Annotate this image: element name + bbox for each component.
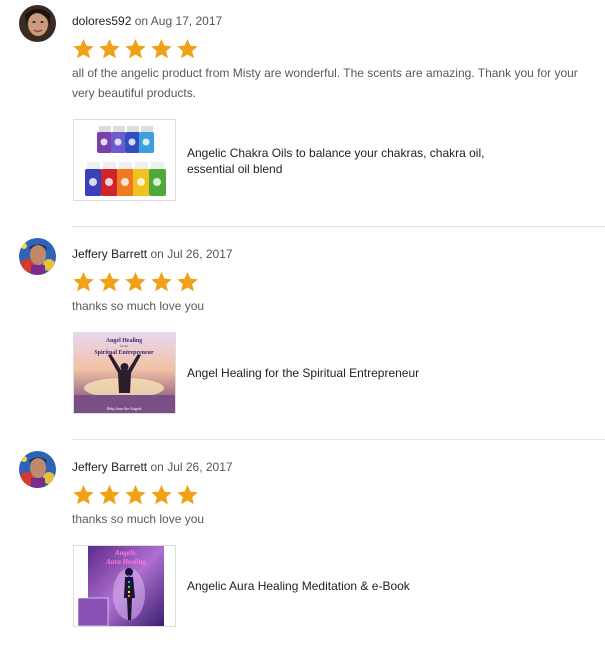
product-title[interactable]: Angelic Aura Healing Meditation & e-Book	[187, 578, 507, 594]
star-icon	[73, 484, 94, 505]
star-icon	[151, 38, 172, 59]
star-icon	[99, 38, 120, 59]
reviewer-name[interactable]: Jeffery Barrett	[72, 247, 147, 261]
meta-on: on	[134, 14, 149, 28]
review-item: dolores592 on Aug 17, 2017 all of the an…	[0, 0, 605, 225]
star-icon	[125, 484, 146, 505]
review-meta: Jeffery Barrett on Jul 26, 2017	[72, 460, 233, 474]
reviewed-product[interactable]: Angelic Chakra Oils to balance your chak…	[72, 119, 592, 201]
reviewer-name[interactable]: dolores592	[72, 14, 131, 28]
product-thumbnail[interactable]: Angelic Aura Healing	[73, 545, 176, 627]
review-meta: dolores592 on Aug 17, 2017	[72, 14, 222, 28]
meta-on: on	[150, 247, 164, 261]
star-icon	[125, 38, 146, 59]
review-date: Jul 26, 2017	[167, 460, 233, 474]
reviewer-avatar[interactable]	[19, 5, 56, 42]
reviewer-avatar[interactable]	[19, 238, 56, 275]
reviewer-name[interactable]: Jeffery Barrett	[72, 460, 147, 474]
star-icon	[177, 271, 198, 292]
thumb-title-text: Aura Healing	[105, 558, 146, 566]
product-title[interactable]: Angelic Chakra Oils to balance your chak…	[187, 145, 507, 177]
product-title[interactable]: Angel Healing for the Spiritual Entrepre…	[187, 365, 507, 381]
review-text: thanks so much love you	[72, 512, 205, 526]
review-meta: Jeffery Barrett on Jul 26, 2017	[72, 247, 233, 261]
thumb-footer-text: Help from the Angels	[107, 406, 142, 411]
product-thumbnail[interactable]: Angel Healing for the Spiritual Entrepre…	[73, 332, 176, 414]
star-icon	[125, 271, 146, 292]
star-icon	[177, 38, 198, 59]
star-icon	[99, 484, 120, 505]
star-icon	[73, 271, 94, 292]
reviewed-product[interactable]: Angelic Aura Healing Angelic Aura Healin…	[72, 545, 592, 627]
star-icon	[99, 271, 120, 292]
review-text: all of the angelic product from Misty ar…	[72, 66, 578, 100]
product-thumbnail[interactable]	[73, 119, 176, 201]
meta-on: on	[150, 460, 164, 474]
thumb-title-text: for the	[120, 344, 129, 348]
star-icon	[151, 271, 172, 292]
star-rating	[72, 38, 199, 60]
star-rating	[72, 484, 199, 506]
review-item: Jeffery Barrett on Jul 26, 2017 thanks s…	[0, 233, 605, 438]
review-text: thanks so much love you	[72, 299, 205, 313]
star-icon	[73, 38, 94, 59]
reviewed-product[interactable]: Angel Healing for the Spiritual Entrepre…	[72, 332, 592, 414]
review-date: Jul 26, 2017	[167, 247, 233, 261]
thumb-title-text: Spiritual Entrepreneur	[94, 350, 154, 356]
reviewer-avatar[interactable]	[19, 451, 56, 488]
star-rating	[72, 271, 199, 293]
star-icon	[177, 484, 198, 505]
review-item: Jeffery Barrett on Jul 26, 2017 thanks s…	[0, 446, 605, 646]
thumb-title-text: Angelic	[114, 549, 137, 557]
review-date: Aug 17, 2017	[150, 14, 223, 28]
star-icon	[151, 484, 172, 505]
review-divider	[72, 439, 605, 440]
review-divider	[72, 226, 605, 227]
